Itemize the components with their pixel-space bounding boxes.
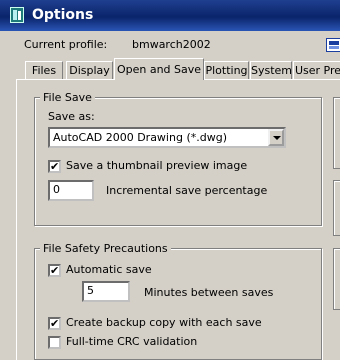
- incremental-save-input[interactable]: 0: [48, 180, 94, 201]
- backup-copy-label: Create backup copy with each save: [66, 316, 262, 329]
- right-group-middle: [333, 180, 340, 236]
- right-group-bottom: [333, 248, 340, 310]
- tab-system-label: System: [251, 64, 292, 77]
- tab-user-preferences[interactable]: User Pre: [293, 61, 340, 79]
- current-profile-label: Current profile:: [24, 38, 108, 51]
- app-icon: [10, 7, 24, 23]
- minutes-between-saves-label: Minutes between saves: [144, 286, 274, 299]
- tab-open-and-save[interactable]: Open and Save: [114, 58, 204, 80]
- chevron-down-icon[interactable]: [268, 129, 284, 146]
- tab-plotting-label: Plotting: [205, 64, 248, 77]
- title-bar[interactable]: Options: [0, 0, 340, 31]
- save-as-value: AutoCAD 2000 Drawing (*.dwg): [53, 131, 227, 144]
- file-save-title: File Save: [40, 91, 95, 104]
- profile-icon: [326, 38, 340, 52]
- minutes-between-saves-input[interactable]: 5: [82, 281, 130, 302]
- tab-files-label: Files: [31, 64, 57, 77]
- backup-copy-checkbox[interactable]: ✔: [48, 317, 61, 330]
- right-group-top: [333, 97, 340, 169]
- window-title: Options: [32, 7, 94, 23]
- save-as-dropdown[interactable]: AutoCAD 2000 Drawing (*.dwg): [48, 127, 286, 148]
- file-safety-title: File Safety Precautions: [40, 242, 171, 255]
- tab-user-preferences-label: User Pre: [294, 64, 340, 77]
- automatic-save-label: Automatic save: [66, 263, 152, 276]
- tab-open-and-save-label: Open and Save: [116, 63, 202, 76]
- tab-display[interactable]: Display: [66, 61, 113, 79]
- tab-files[interactable]: Files: [25, 61, 63, 79]
- automatic-save-checkbox[interactable]: ✔: [48, 264, 61, 277]
- save-as-label: Save as:: [48, 110, 95, 123]
- current-profile-name: bmwarch2002: [132, 38, 211, 51]
- tab-system[interactable]: System: [250, 61, 292, 79]
- thumbnail-checkbox[interactable]: ✔: [48, 160, 61, 173]
- thumbnail-label: Save a thumbnail preview image: [66, 159, 248, 172]
- tab-plotting[interactable]: Plotting: [204, 61, 249, 79]
- tab-bar: Files Display Open and Save Plotting Sys…: [0, 58, 340, 80]
- incremental-save-label: Incremental save percentage: [106, 184, 268, 197]
- crc-validation-checkbox[interactable]: [48, 336, 61, 349]
- tab-display-label: Display: [69, 64, 110, 77]
